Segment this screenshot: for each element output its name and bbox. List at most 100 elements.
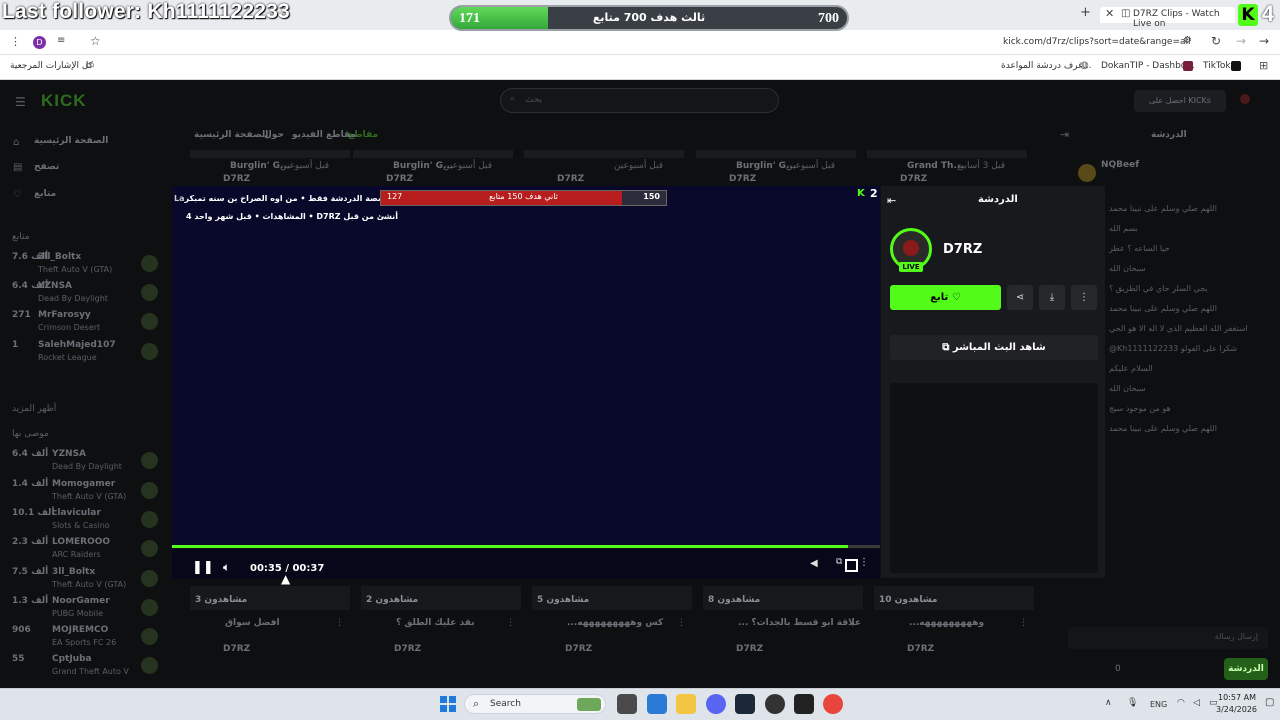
clip-card-author[interactable]: D7RZ <box>394 644 421 654</box>
sidebar-avatar[interactable] <box>141 284 158 301</box>
fullscreen-icon[interactable] <box>845 559 858 572</box>
kick-logo[interactable]: KICK <box>41 91 87 111</box>
speaker-icon[interactable]: ◀︎ <box>810 558 818 569</box>
watch-live-button[interactable]: ⧉ شاهد البث المباشر <box>890 335 1098 360</box>
chat-input[interactable]: إرسال رسالة <box>1068 627 1268 649</box>
more-options-button[interactable]: ⋮ <box>1071 285 1097 310</box>
clip-card-title[interactable]: ...كس وهههههههههه <box>567 618 663 628</box>
clock-time[interactable]: 10:57 AM <box>1218 693 1256 702</box>
hamburger-icon[interactable]: ☰ <box>15 95 26 109</box>
steam-icon[interactable] <box>735 694 755 714</box>
clip-card-author[interactable]: D7RZ <box>223 644 250 654</box>
close-tab-icon[interactable]: ✕ <box>1105 7 1114 20</box>
chrome-icon[interactable] <box>823 694 843 714</box>
download-button[interactable]: ⤓ <box>1039 285 1065 310</box>
notification-icon[interactable]: ▢ <box>1265 697 1274 708</box>
menu-dots-icon[interactable]: ⋮ <box>10 35 21 48</box>
sidebar-avatar[interactable] <box>141 570 158 587</box>
seek-bar[interactable] <box>172 545 880 548</box>
edge-icon[interactable] <box>647 694 667 714</box>
sidebar-avatar[interactable] <box>141 599 158 616</box>
nav-home[interactable]: الصفحة الرئيسية <box>34 136 108 146</box>
speaker-tray-icon[interactable]: ◁ <box>1193 698 1200 708</box>
recommended-name[interactable]: Momogamer <box>52 479 115 489</box>
tab-videos[interactable]: مقاطع الفيديو <box>292 130 356 140</box>
recommended-name[interactable]: YZNSA <box>52 449 86 459</box>
sidebar-avatar[interactable] <box>141 540 158 557</box>
sidebar-avatar[interactable] <box>141 452 158 469</box>
back-icon[interactable]: → <box>1259 34 1269 48</box>
volume-icon[interactable]: 🔈︎ <box>223 560 230 575</box>
bookmark-all[interactable]: كل الإشارات المرجعية <box>10 61 93 71</box>
sidebar-avatar[interactable] <box>141 255 158 272</box>
reload-icon[interactable]: ↻ <box>1211 34 1221 48</box>
pause-icon[interactable]: ❚❚ <box>192 560 214 575</box>
sidebar-avatar[interactable] <box>141 343 158 360</box>
clip-card-author[interactable]: D7RZ <box>736 644 763 654</box>
get-kicks-button[interactable]: احصل على KICKs <box>1134 90 1226 112</box>
file-explorer-icon[interactable] <box>676 694 696 714</box>
panel-collapse-icon[interactable]: ⇤ <box>887 194 896 207</box>
forward-icon[interactable]: → <box>1236 34 1246 48</box>
task-view-icon[interactable] <box>617 694 637 714</box>
followed-name[interactable]: SalehMajed107 <box>38 340 116 350</box>
reading-list-icon[interactable]: ≡ <box>57 35 65 46</box>
sidebar-avatar[interactable] <box>141 313 158 330</box>
search-input[interactable]: ⌕ بحث <box>500 88 779 113</box>
bookmark-dokantip[interactable]: DokanTIP - Dashbo... <box>1101 61 1195 71</box>
new-tab-icon[interactable]: + <box>1080 5 1091 20</box>
tab-channel-home[interactable]: الصفحة الرئيسية <box>194 130 268 140</box>
clip-card-menu-icon[interactable]: ⋮ <box>848 618 857 628</box>
share-button[interactable]: ⋖ <box>1007 285 1033 310</box>
tray-chevron-icon[interactable]: ∧ <box>1105 698 1112 708</box>
recommended-name[interactable]: 3ll_Boltx <box>52 567 95 577</box>
video-player[interactable] <box>172 186 880 546</box>
player-more-icon[interactable]: ⋮ <box>859 557 869 568</box>
clip-card-author[interactable]: D7RZ <box>565 644 592 654</box>
sidebar-avatar[interactable] <box>141 657 158 674</box>
clip-card-author[interactable]: D7RZ <box>557 174 584 184</box>
sidebar-avatar[interactable] <box>141 482 158 499</box>
site-settings-icon[interactable]: ⚙ <box>1183 35 1192 46</box>
clip-card-thumb[interactable] <box>190 150 350 158</box>
clip-card-thumb[interactable] <box>524 150 684 158</box>
clip-card-title[interactable]: بقد عليك الطلق ؟ <box>396 618 475 628</box>
recommended-name[interactable]: CptJuba <box>52 654 92 664</box>
show-more[interactable]: أظهر المزيد <box>12 404 56 414</box>
chat-send-button[interactable]: الدردشة <box>1224 658 1268 680</box>
clock-date[interactable]: 3/24/2026 <box>1216 705 1257 714</box>
taskbar-search[interactable]: ⌕ Search <box>464 694 606 714</box>
recommended-name[interactable]: MOJREMCO <box>52 625 108 635</box>
sidebar-avatar[interactable] <box>141 628 158 645</box>
app-icon[interactable] <box>765 694 785 714</box>
apps-grid-icon[interactable]: ⊞ <box>1259 59 1268 72</box>
language-indicator[interactable]: ENG <box>1150 700 1167 709</box>
clip-card-thumb[interactable] <box>696 150 856 158</box>
clip-card-author[interactable]: D7RZ <box>900 174 927 184</box>
nav-following[interactable]: متابع <box>34 189 56 199</box>
profile-dot[interactable] <box>1240 94 1250 104</box>
mic-icon[interactable]: 🎙︎ <box>1127 698 1138 708</box>
clip-card-title[interactable]: Grand Th... <box>907 161 964 171</box>
clip-card-thumb[interactable] <box>353 150 513 158</box>
clip-card-title[interactable]: ... علاقة ابو قسط بالجدات؟ <box>738 618 861 628</box>
browser-tab[interactable]: D7RZ Clips - Watch Live on ✕ ◫ <box>1100 7 1235 29</box>
recommended-name[interactable]: clavicular <box>52 508 101 518</box>
pip-icon[interactable]: ⧉ <box>836 557 842 567</box>
clip-card-menu-icon[interactable]: ⋮ <box>335 618 344 628</box>
wifi-icon[interactable]: ◠ <box>1177 698 1185 708</box>
clip-card-thumb[interactable] <box>867 150 1027 158</box>
nav-browse[interactable]: تصفح <box>34 162 59 172</box>
clip-card-author[interactable]: D7RZ <box>729 174 756 184</box>
followed-name[interactable]: MrFarosyy <box>38 310 91 320</box>
bookmark-star-icon[interactable]: ☆ <box>90 34 101 48</box>
recommended-name[interactable]: LOMEROOO <box>52 537 110 547</box>
discord-icon[interactable] <box>706 694 726 714</box>
recommended-name[interactable]: NoorGamer <box>52 596 110 606</box>
terminal-icon[interactable] <box>794 694 814 714</box>
clip-card-menu-icon[interactable]: ⋮ <box>1019 618 1028 628</box>
windows-start-icon[interactable] <box>440 696 456 712</box>
channel-name[interactable]: D7RZ <box>943 242 982 257</box>
bookmark-tiktok[interactable]: TikTok <box>1203 61 1231 71</box>
clip-card-menu-icon[interactable]: ⋮ <box>506 618 515 628</box>
